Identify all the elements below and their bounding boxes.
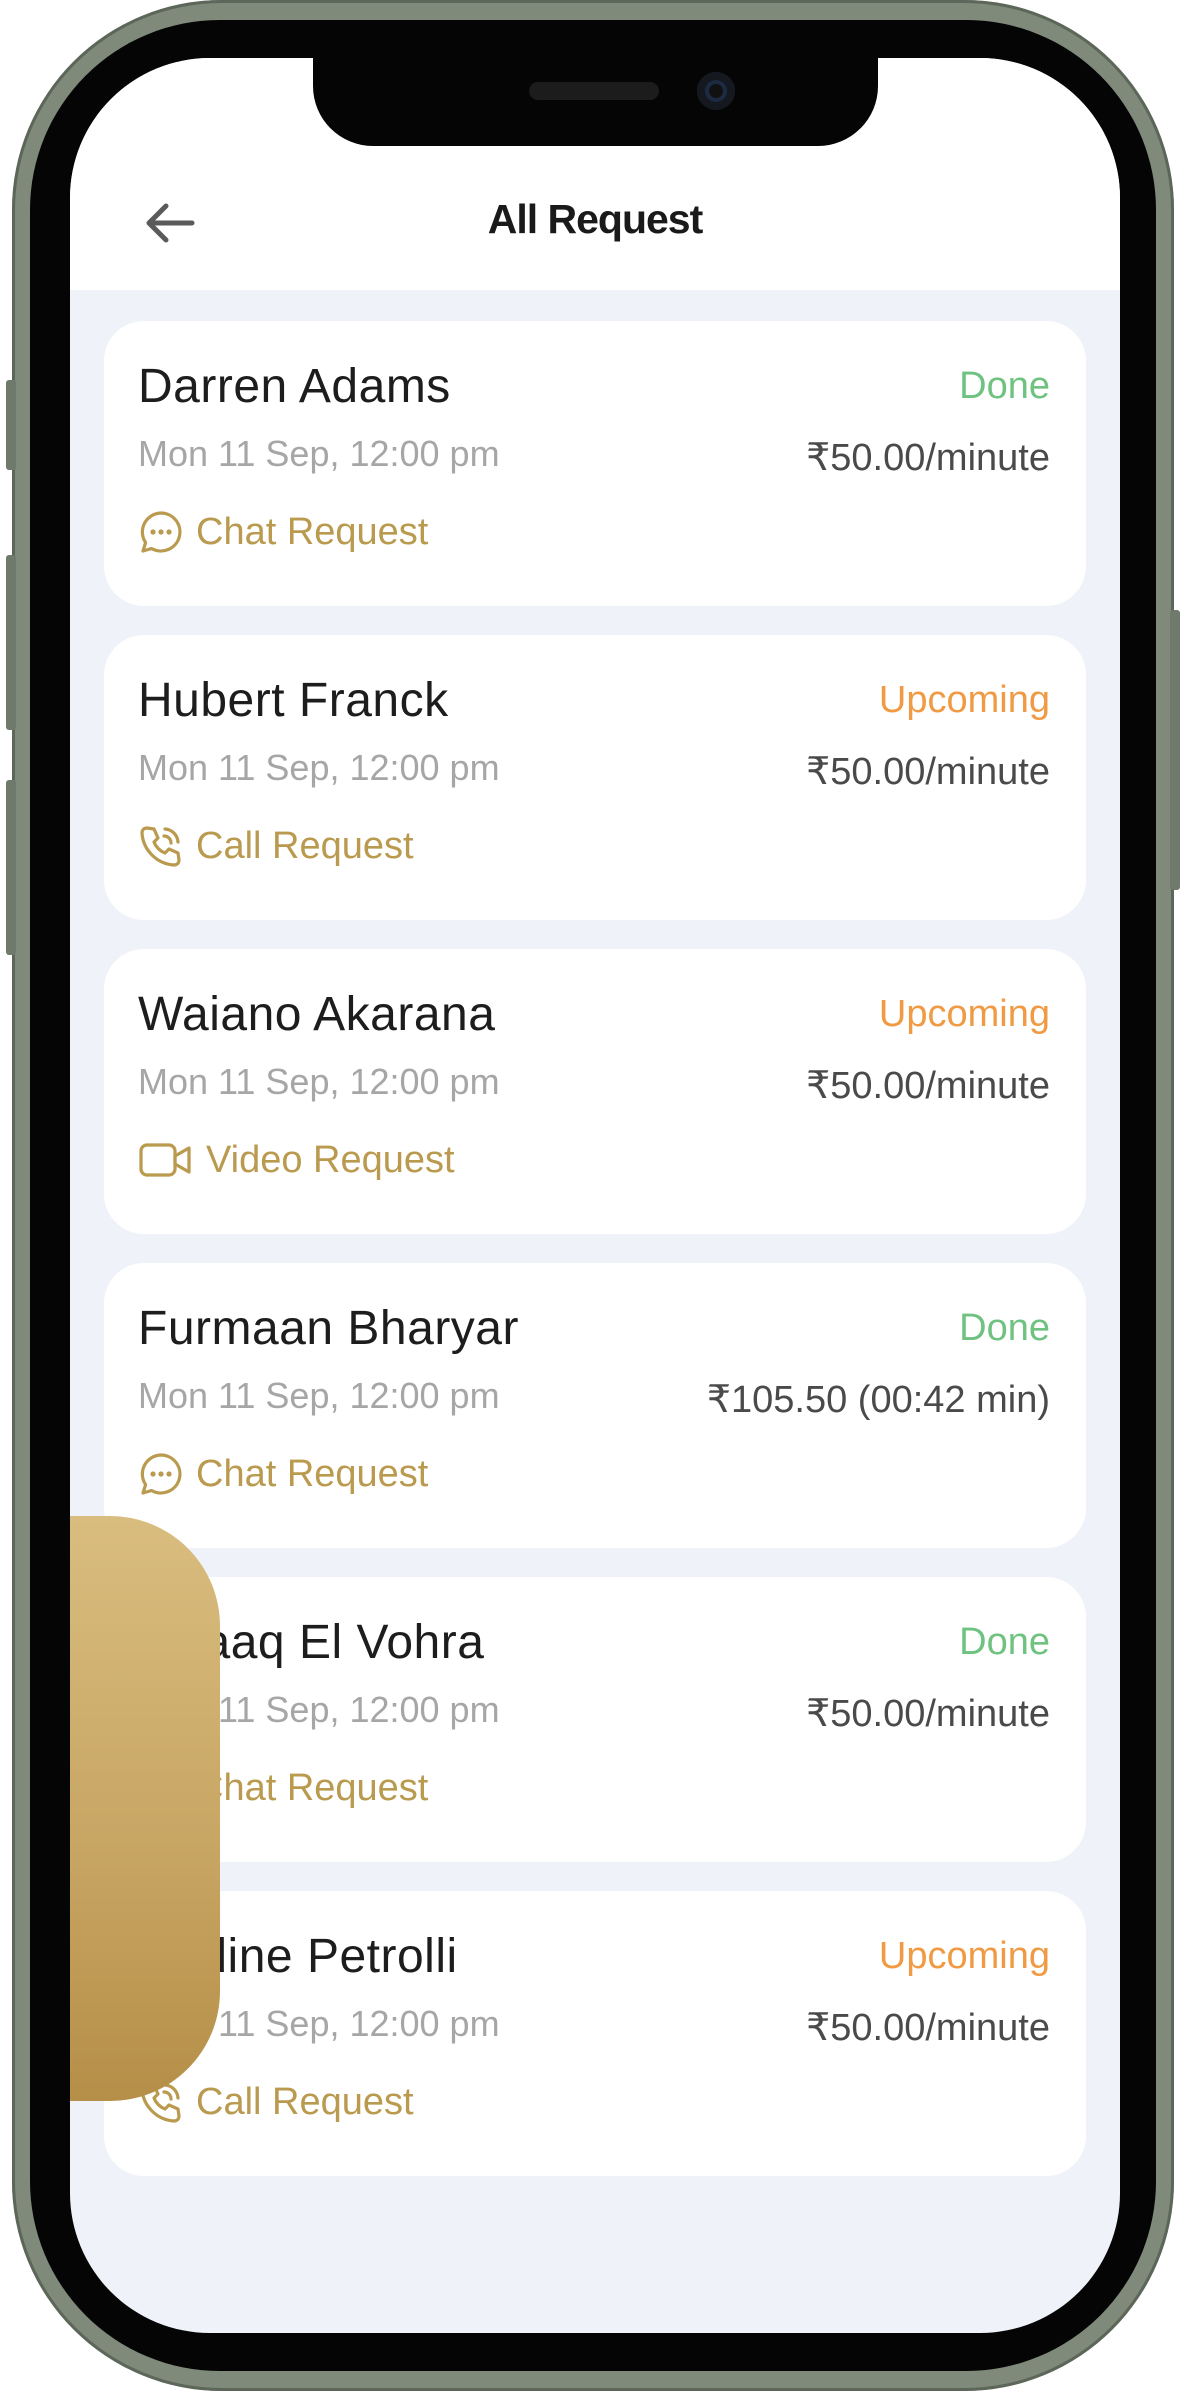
request-list: Darren Adams Mon 11 Sep, 12:00 pm Done ₹50.… [104, 321, 1086, 2205]
request-date: Mon 11 Sep, 12:00 pm [138, 433, 500, 474]
request-price: ₹50.00/minute [806, 437, 1050, 479]
front-camera [697, 72, 735, 110]
request-card[interactable]: Hubert Franck Mon 11 Sep, 12:00 pm Upcomin… [104, 635, 1086, 920]
side-button [1170, 610, 1180, 890]
request-type-link[interactable]: Call Request [138, 823, 414, 869]
chat-icon [138, 1451, 196, 1497]
request-type-label: Call Request [196, 824, 414, 867]
request-type-link[interactable]: Video Request [138, 1137, 455, 1183]
request-type-link[interactable]: Chat Request [138, 1451, 428, 1497]
status-badge: Done [959, 1621, 1050, 1663]
chat-icon [138, 509, 196, 555]
status-badge: Done [959, 1307, 1050, 1349]
video-icon [138, 1137, 206, 1183]
requester-name: Hubert Franck [138, 674, 449, 727]
request-type-label: Chat Request [196, 510, 429, 553]
speaker-grill [529, 82, 659, 100]
request-type-label: Call Request [196, 2080, 414, 2123]
request-type-link[interactable]: Call Request [138, 2079, 414, 2125]
request-date: Mon 11 Sep, 12:00 pm [138, 747, 500, 788]
request-type-label: Chat Request [196, 1766, 429, 1809]
request-card[interactable]: Ishaaq El Vohra Mon 11 Sep, 12:00 pm Done ₹… [104, 1577, 1086, 1862]
status-badge: Done [959, 365, 1050, 407]
phone-icon [138, 823, 196, 869]
request-type-link[interactable]: Chat Request [138, 509, 428, 555]
side-button [6, 780, 16, 955]
request-date: Mon 11 Sep, 12:00 pm [138, 1061, 500, 1102]
page-title: All Request [487, 196, 704, 242]
requester-name: Darren Adams [138, 360, 451, 413]
side-drawer-tab[interactable] [70, 1516, 220, 2101]
status-badge: Upcoming [878, 1935, 1050, 1977]
notch [313, 58, 878, 146]
request-card[interactable]: Darren Adams Mon 11 Sep, 12:00 pm Done ₹50.… [104, 321, 1086, 606]
request-price: ₹50.00/minute [806, 1693, 1050, 1735]
status-badge: Upcoming [878, 993, 1050, 1035]
request-type-label: Chat Request [196, 1452, 429, 1495]
request-type-label: Video Request [206, 1138, 455, 1181]
request-card[interactable]: Nadine Petrolli Mon 11 Sep, 12:00 pm Upcom… [104, 1891, 1086, 2176]
request-price: ₹105.50 (00:42 min) [706, 1379, 1050, 1421]
request-price: ₹50.00/minute [806, 1065, 1050, 1107]
request-date: Mon 11 Sep, 12:00 pm [138, 1375, 500, 1416]
side-button [6, 380, 16, 470]
side-button [6, 555, 16, 730]
request-price: ₹50.00/minute [806, 751, 1050, 793]
requester-name: Waiano Akarana [138, 988, 496, 1041]
app-screen: All Request Darren Adams Mon 11 Sep, 12:0… [70, 58, 1120, 2333]
status-badge: Upcoming [878, 679, 1050, 721]
request-price: ₹50.00/minute [806, 2007, 1050, 2049]
request-card[interactable]: Waiano Akarana Mon 11 Sep, 12:00 pm Upcomi… [104, 949, 1086, 1234]
request-card[interactable]: Furmaan Bharyar Mon 11 Sep, 12:00 pm Done ₹… [104, 1263, 1086, 1548]
requester-name: Furmaan Bharyar [138, 1302, 519, 1355]
